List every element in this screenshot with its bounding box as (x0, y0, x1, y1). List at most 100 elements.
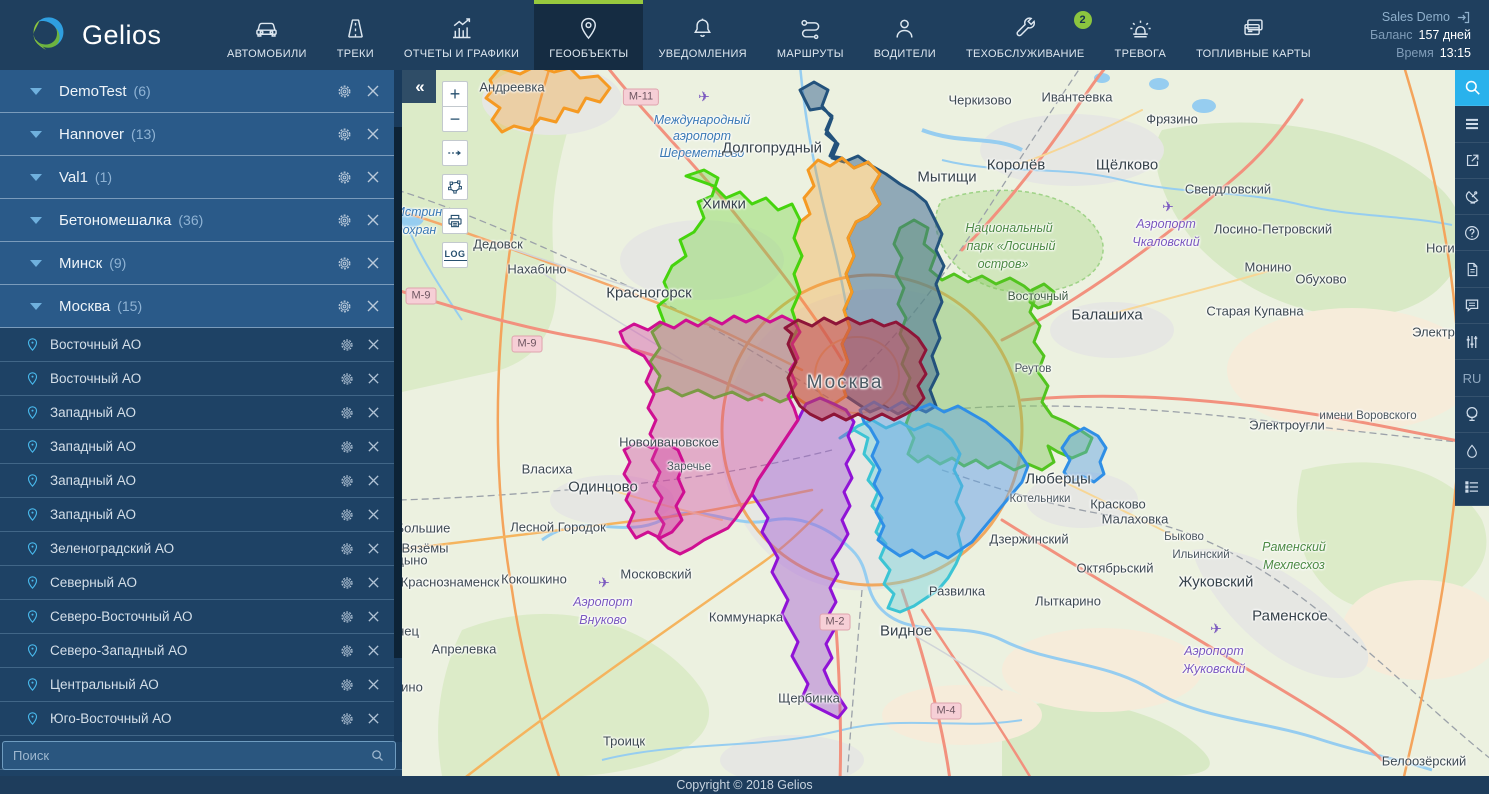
map-search-button[interactable] (1455, 70, 1489, 106)
chevron-down-icon[interactable] (30, 174, 42, 181)
nav-vehicles[interactable]: АВТОМОБИЛИ (212, 0, 322, 70)
geoobject-row[interactable]: Восточный АО (0, 362, 402, 396)
gear-icon[interactable] (336, 83, 353, 100)
chat-button[interactable] (1455, 288, 1489, 324)
close-icon[interactable] (367, 406, 380, 419)
language-toggle[interactable]: RU (1455, 360, 1489, 396)
geoobject-row[interactable]: Юго-Восточный АО (0, 702, 402, 736)
gear-icon[interactable] (339, 677, 355, 693)
zoom-out-button[interactable]: − (442, 106, 468, 132)
gear-icon[interactable] (339, 711, 355, 727)
sidebar-collapse-button[interactable]: « (402, 70, 436, 103)
district-polygon[interactable] (785, 318, 926, 420)
zoom-in-button[interactable]: + (442, 81, 468, 107)
close-icon[interactable] (367, 644, 380, 657)
brand[interactable]: Gelios (0, 0, 212, 70)
close-icon[interactable] (366, 213, 380, 227)
nav-drivers[interactable]: ВОДИТЕЛИ (859, 0, 951, 70)
gear-icon[interactable] (339, 371, 355, 387)
print-button[interactable] (442, 208, 468, 234)
reports-doc-button[interactable] (1455, 251, 1489, 287)
close-icon[interactable] (367, 508, 380, 521)
gear-icon[interactable] (339, 541, 355, 557)
nav-routes[interactable]: МАРШРУТЫ (762, 0, 859, 70)
close-icon[interactable] (367, 542, 380, 555)
close-icon[interactable] (367, 712, 380, 725)
geoobject-row[interactable]: Северо-Западный АО (0, 634, 402, 668)
geo-group-row[interactable]: Минск (9) (0, 242, 402, 285)
gear-icon[interactable] (336, 255, 353, 272)
close-icon[interactable] (366, 127, 380, 141)
nav-tracks[interactable]: ТРЕКИ (322, 0, 389, 70)
close-icon[interactable] (367, 576, 380, 589)
help-button[interactable] (1455, 215, 1489, 251)
nav-maintenance[interactable]: ТЕХОБСЛУЖИВАНИЕ 2 (951, 0, 1100, 70)
legend-button[interactable] (1455, 469, 1489, 505)
gear-icon[interactable] (339, 473, 355, 489)
district-polygon[interactable] (624, 442, 684, 538)
nav-notifications[interactable]: УВЕДОМЛЕНИЯ (643, 0, 761, 70)
geoobject-row[interactable]: Западный АО (0, 396, 402, 430)
nav-reports[interactable]: ОТЧЕТЫ И ГРАФИКИ (389, 0, 534, 70)
close-icon[interactable] (366, 299, 380, 313)
geo-group-row[interactable]: Val1 (1) (0, 156, 402, 199)
geo-group-row[interactable]: DemoTest (6) (0, 70, 402, 113)
gear-icon[interactable] (339, 575, 355, 591)
gear-icon[interactable] (339, 643, 355, 659)
satellite-button[interactable] (1455, 179, 1489, 215)
gear-icon[interactable] (336, 298, 353, 315)
gear-icon[interactable] (339, 507, 355, 523)
close-icon[interactable] (367, 678, 380, 691)
gear-icon[interactable] (339, 337, 355, 353)
sidebar-scrollbar[interactable] (394, 70, 402, 742)
geo-group-row[interactable]: Hannover (13) (0, 113, 402, 156)
gear-icon[interactable] (336, 212, 353, 229)
measure-distance-button[interactable] (442, 140, 468, 166)
geo-group-row[interactable]: Москва (15) (0, 285, 402, 328)
nav-geoobjects[interactable]: ГЕООБЪЕКТЫ (534, 0, 643, 70)
geoobject-row[interactable]: Западный АО (0, 464, 402, 498)
chevron-down-icon[interactable] (30, 217, 42, 224)
gear-icon[interactable] (339, 439, 355, 455)
close-icon[interactable] (366, 256, 380, 270)
logout-icon[interactable] (1456, 10, 1471, 25)
close-icon[interactable] (367, 440, 380, 453)
geoobject-row[interactable]: Западный АО (0, 430, 402, 464)
geoobject-row[interactable]: Западный АО (0, 498, 402, 532)
log-button[interactable]: LOG (442, 242, 468, 268)
layers-menu-button[interactable] (1455, 106, 1489, 142)
gear-icon[interactable] (339, 405, 355, 421)
chevron-down-icon[interactable] (30, 131, 42, 138)
nav-alarm[interactable]: ТРЕВОГА (1100, 0, 1182, 70)
scrollbar-thumb[interactable] (394, 127, 402, 658)
filters-button[interactable] (1455, 324, 1489, 360)
globe-button[interactable] (1455, 397, 1489, 433)
close-icon[interactable] (367, 338, 380, 351)
close-icon[interactable] (367, 372, 380, 385)
measure-area-button[interactable] (442, 174, 468, 200)
map-canvas[interactable]: АндреевкаМ-11✈МеждународныйаэропортШерем… (402, 70, 1489, 776)
geoobject-row[interactable]: Зеленоградский АО (0, 532, 402, 566)
geo-group-row[interactable]: Бетономешалка (36) (0, 199, 402, 242)
chevron-down-icon[interactable] (30, 88, 42, 95)
gear-icon[interactable] (339, 609, 355, 625)
geoobject-row[interactable]: Северо-Восточный АО (0, 600, 402, 634)
share-map-button[interactable] (1455, 143, 1489, 179)
search-input[interactable] (3, 748, 370, 763)
close-icon[interactable] (367, 474, 380, 487)
district-polygon[interactable] (1030, 284, 1054, 308)
geoobject-row[interactable]: Северный АО (0, 566, 402, 600)
geoobject-row[interactable]: Центральный АО (0, 668, 402, 702)
close-icon[interactable] (366, 84, 380, 98)
gear-icon[interactable] (336, 169, 353, 186)
district-polygon[interactable] (1062, 428, 1106, 482)
gear-icon[interactable] (336, 126, 353, 143)
search-icon[interactable] (370, 748, 385, 763)
chevron-down-icon[interactable] (30, 303, 42, 310)
close-icon[interactable] (367, 610, 380, 623)
close-icon[interactable] (366, 170, 380, 184)
fuel-button[interactable] (1455, 433, 1489, 469)
geoobject-row[interactable]: Восточный АО (0, 328, 402, 362)
chevron-down-icon[interactable] (30, 260, 42, 267)
nav-fuel-cards[interactable]: ТОПЛИВНЫЕ КАРТЫ (1181, 0, 1326, 70)
